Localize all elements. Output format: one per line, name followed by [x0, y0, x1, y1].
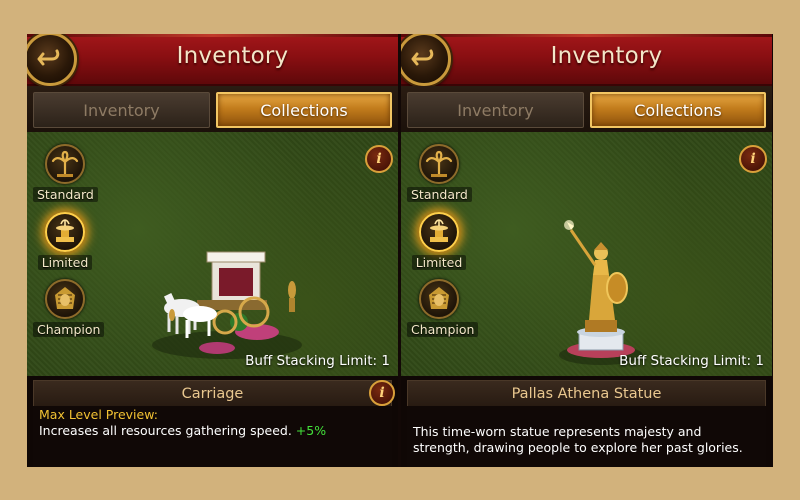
item-name-bar: Pallas Athena Statue [407, 380, 766, 407]
pharaoh-icon [45, 279, 85, 319]
carriage-icon [152, 251, 302, 359]
item-info-button[interactable]: i [369, 380, 395, 406]
category-label: Standard [407, 187, 472, 202]
tab-inventory[interactable]: Inventory [33, 92, 210, 128]
title-bar: Inventory [401, 34, 772, 86]
inventory-panel-athena: Inventory Inventory Collections Standard… [401, 34, 772, 467]
info-icon: i [379, 385, 385, 401]
tab-bar: Inventory Collections [401, 86, 772, 132]
buff-stacking-limit: Buff Stacking Limit: 1 [245, 353, 390, 369]
palm-tree-icon [45, 144, 85, 184]
page-title: Inventory [176, 43, 289, 69]
back-arrow-icon [411, 49, 434, 66]
category-champion[interactable]: Champion [407, 279, 479, 338]
item-name: Carriage [181, 385, 244, 402]
info-icon: i [750, 151, 756, 167]
effect-description: Increases all resources gathering speed. [39, 423, 292, 438]
athena-statue-icon [559, 220, 643, 365]
page-title: Inventory [550, 43, 663, 69]
title-bar: Inventory [27, 34, 398, 86]
palm-tree-icon [419, 144, 459, 184]
category-standard[interactable]: Standard [407, 144, 472, 203]
fountain-icon [419, 212, 459, 252]
item-name: Pallas Athena Statue [511, 385, 662, 402]
screenshot-frame: Inventory Inventory Collections Standard… [27, 34, 773, 467]
tab-inventory[interactable]: Inventory [407, 92, 584, 128]
category-standard[interactable]: Standard [33, 144, 98, 203]
pharaoh-icon [419, 279, 459, 319]
tab-collections[interactable]: Collections [590, 92, 766, 128]
info-icon: i [376, 151, 382, 167]
category-limited[interactable]: Limited [33, 212, 97, 271]
buff-stacking-limit: Buff Stacking Limit: 1 [619, 353, 764, 369]
category-champion[interactable]: Champion [33, 279, 105, 338]
item-description: Max Level Preview: Increases all resourc… [33, 406, 392, 467]
info-button[interactable]: i [739, 145, 767, 173]
category-label: Limited [411, 255, 467, 270]
item-description: This time-worn statue represents majesty… [407, 406, 766, 467]
max-level-title: Max Level Preview: [39, 407, 158, 422]
item-name-bar: Carriage i [33, 380, 395, 407]
category-label: Champion [33, 322, 105, 337]
category-label: Champion [407, 322, 479, 337]
inventory-panel-carriage: Inventory Inventory Collections Standard… [27, 34, 398, 467]
collection-display: Standard Limited Champion i Buff Stackin… [27, 132, 398, 376]
collection-display: Standard Limited Champion i Buff Stackin… [401, 132, 772, 376]
tab-collections[interactable]: Collections [216, 92, 392, 128]
effect-text: Increases all resources gathering speed.… [39, 423, 326, 438]
back-arrow-icon [37, 49, 60, 66]
info-button[interactable]: i [365, 145, 393, 173]
tab-bar: Inventory Collections [27, 86, 398, 132]
effect-bonus: +5% [295, 423, 327, 438]
item-description-text: This time-worn statue represents majesty… [413, 424, 743, 455]
category-label: Limited [37, 255, 93, 270]
fountain-icon [45, 212, 85, 252]
category-label: Standard [33, 187, 98, 202]
category-limited[interactable]: Limited [407, 212, 471, 271]
